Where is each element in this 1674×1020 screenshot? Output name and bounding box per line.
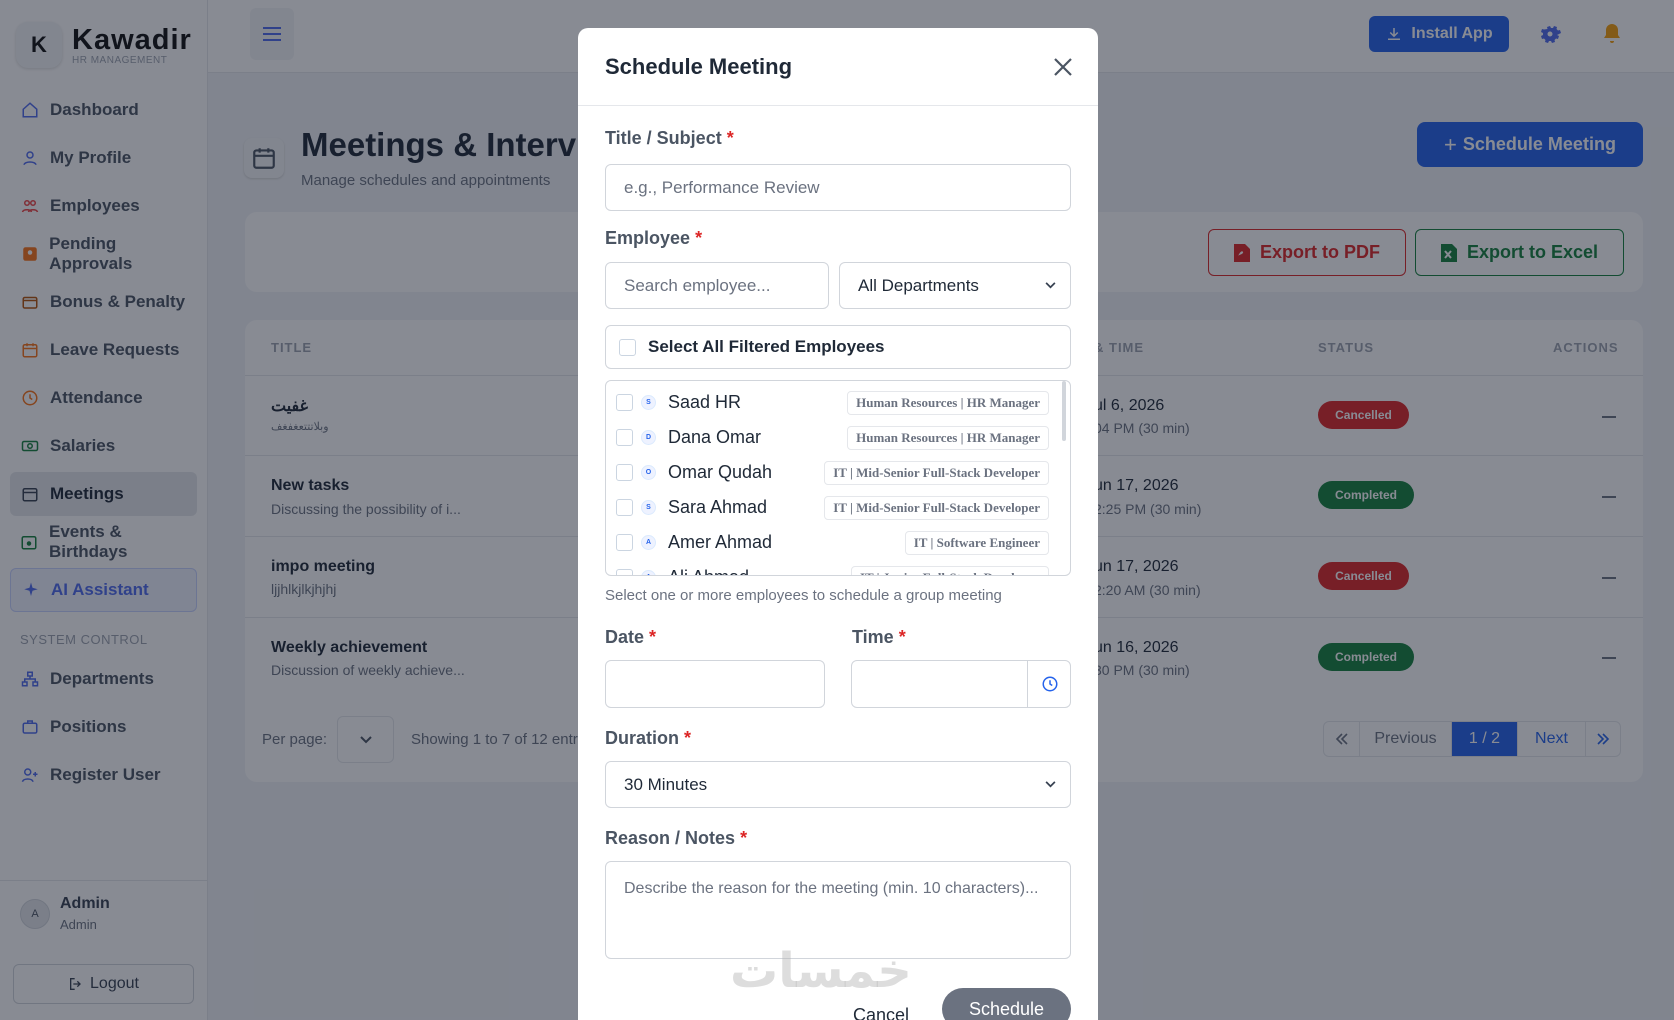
employee-name: Ali Ahmad <box>668 567 851 575</box>
date-input[interactable] <box>605 660 825 708</box>
clock-icon <box>1041 675 1059 693</box>
schedule-meeting-modal: Schedule Meeting Title / Subject * e.g.,… <box>578 28 1098 1020</box>
duration-label: Duration * <box>605 728 691 749</box>
duration-select[interactable]: 30 Minutes <box>605 761 1071 808</box>
employee-department-tag: Human Resources | HR Manager <box>847 390 1049 415</box>
employee-option[interactable]: A Amer Ahmad IT | Software Engineer <box>606 525 1061 560</box>
notes-label: Reason / Notes * <box>605 828 747 849</box>
employee-list[interactable]: S Saad HR Human Resources | HR Manager D… <box>605 380 1071 576</box>
modal-title: Schedule Meeting <box>578 28 1098 106</box>
employee-name: Sara Ahmad <box>668 497 768 517</box>
employee-department-tag: IT | Mid-Senior Full-Stack Developer <box>824 460 1049 485</box>
employee-name: Saad HR <box>668 392 742 412</box>
employee-option[interactable]: S Sara Ahmad IT | Mid-Senior Full-Stack … <box>606 490 1061 525</box>
time-label-text: Time <box>852 627 894 647</box>
employee-label: Employee * <box>605 228 702 249</box>
employee-checkbox[interactable] <box>616 534 633 551</box>
employee-checkbox[interactable] <box>616 464 633 481</box>
employee-option[interactable]: A Ali Ahmad IT | Junior Full-Stack Devel… <box>606 560 1061 575</box>
schedule-button[interactable]: Schedule <box>942 988 1071 1020</box>
subject-label: Title / Subject * <box>605 128 734 149</box>
required-mark: * <box>740 828 748 848</box>
notes-label-text: Reason / Notes <box>605 828 736 848</box>
subject-input[interactable]: e.g., Performance Review <box>605 164 1071 211</box>
required-mark: * <box>898 627 906 647</box>
employee-department-tag: IT | Junior Full-Stack Developer <box>850 565 1049 575</box>
chevron-down-icon <box>1045 282 1056 289</box>
employee-checkbox[interactable] <box>616 569 633 575</box>
watermark: خمسات <box>730 943 912 999</box>
employee-department-tag: IT | Software Engineer <box>904 530 1049 555</box>
close-icon[interactable] <box>1050 54 1076 80</box>
select-all-checkbox[interactable] <box>619 338 636 356</box>
employee-avatar: O <box>641 465 656 480</box>
required-mark: * <box>649 627 657 647</box>
department-select[interactable]: All Departments <box>839 262 1071 309</box>
employee-search-input[interactable]: Search employee... <box>605 262 829 309</box>
required-mark: * <box>695 228 703 248</box>
time-picker-button[interactable] <box>1027 661 1071 707</box>
chevron-down-icon <box>1045 781 1056 788</box>
employee-avatar: D <box>641 430 656 445</box>
subject-label-text: Title / Subject <box>605 128 722 148</box>
select-all-label: Select All Filtered Employees <box>648 337 885 356</box>
employee-option[interactable]: S Saad HR Human Resources | HR Manager <box>606 385 1061 420</box>
employee-checkbox[interactable] <box>616 429 633 446</box>
employee-avatar: S <box>641 395 656 410</box>
employee-hint: Select one or more employees to schedule… <box>605 587 1002 604</box>
required-mark: * <box>684 728 692 748</box>
date-label: Date * <box>605 627 656 648</box>
department-select-value: All Departments <box>858 275 979 295</box>
employee-name: Dana Omar <box>668 427 762 447</box>
duration-select-value: 30 Minutes <box>624 774 708 794</box>
employee-department-tag: Human Resources | HR Manager <box>847 425 1049 450</box>
employee-list-scrollbar[interactable] <box>1062 381 1066 441</box>
employee-name: Amer Ahmad <box>668 532 773 552</box>
required-mark: * <box>726 128 734 148</box>
time-input[interactable] <box>851 660 1071 708</box>
employee-option[interactable]: O Omar Qudah IT | Mid-Senior Full-Stack … <box>606 455 1061 490</box>
employee-checkbox[interactable] <box>616 499 633 516</box>
employee-avatar: A <box>641 535 656 550</box>
employee-avatar: S <box>641 500 656 515</box>
select-all-employees[interactable]: Select All Filtered Employees <box>605 325 1071 369</box>
employee-name: Omar Qudah <box>668 462 773 482</box>
employee-checkbox[interactable] <box>616 394 633 411</box>
employee-avatar: A <box>641 570 656 575</box>
time-label: Time * <box>852 627 906 648</box>
duration-label-text: Duration <box>605 728 679 748</box>
employee-option[interactable]: D Dana Omar Human Resources | HR Manager <box>606 420 1061 455</box>
employee-department-tag: IT | Mid-Senior Full-Stack Developer <box>824 495 1049 520</box>
date-label-text: Date <box>605 627 645 647</box>
employee-label-text: Employee <box>605 228 691 248</box>
